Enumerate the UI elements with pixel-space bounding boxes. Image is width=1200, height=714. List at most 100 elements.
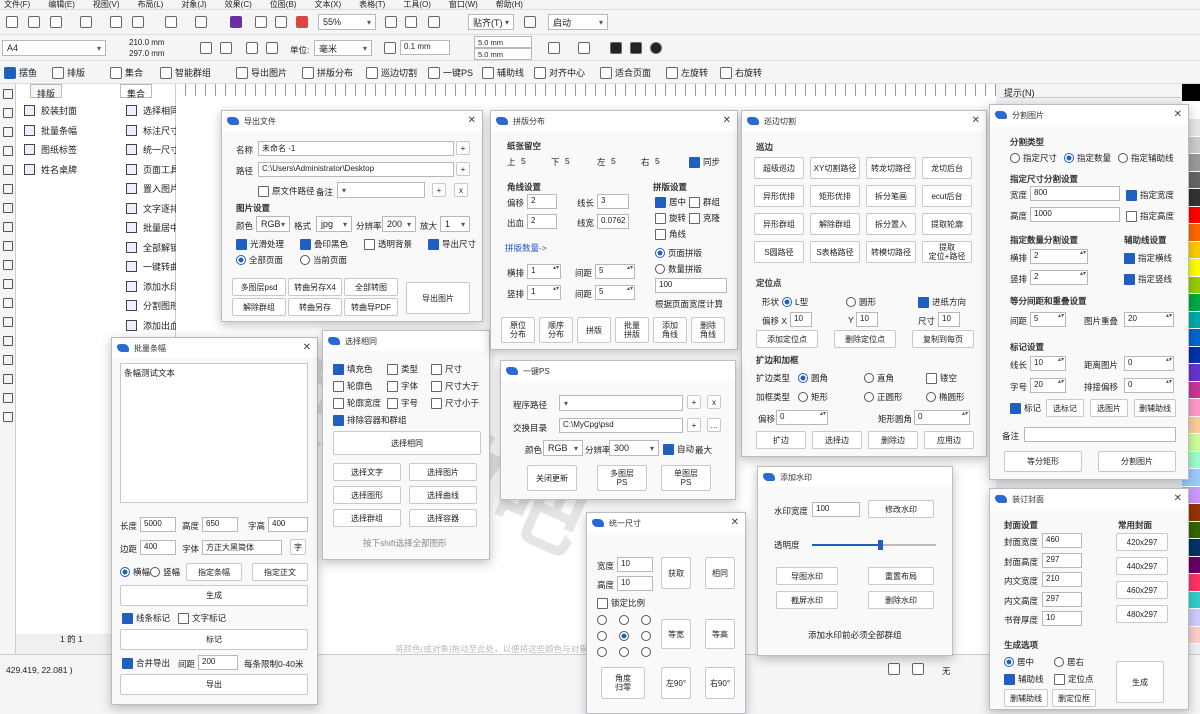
add-position-button[interactable]: 添加定位点 (756, 330, 818, 348)
edge-cut-button[interactable]: S表格路径 (810, 241, 860, 263)
freehand-tool-icon[interactable] (3, 165, 13, 175)
height-field[interactable]: 650 (202, 517, 238, 532)
ps-color-select[interactable]: RGB (543, 440, 583, 456)
format-select[interactable]: jpg (316, 216, 352, 232)
opt-fill-checkbox[interactable]: 填充色 (333, 363, 373, 375)
reset-layout-button[interactable]: 重置布局 (868, 567, 934, 585)
get-size-button[interactable]: 获取 (661, 557, 691, 589)
import-watermark-button[interactable]: 导图水印 (776, 567, 838, 585)
equal-width-button[interactable]: 等宽 (661, 619, 691, 649)
fullscreen-icon[interactable] (385, 16, 397, 28)
flip-icon[interactable] (630, 42, 642, 54)
in-place-distribute-button[interactable]: 原位 分布 (501, 317, 535, 343)
rows-field[interactable]: 1 (527, 264, 561, 279)
right-value[interactable]: 5 (655, 156, 660, 166)
opacity-slider[interactable] (812, 540, 936, 550)
edge-cut-button[interactable]: S圆路径 (754, 241, 804, 263)
tab-collection[interactable]: 集合 (120, 84, 153, 99)
current-page-icon[interactable] (266, 42, 278, 54)
copy-icon[interactable] (132, 16, 144, 28)
rotate-right-90-button[interactable]: 右90° (705, 667, 735, 699)
overprint-checkbox[interactable]: 叠印黑色 (300, 238, 348, 250)
nudge-field[interactable]: 0.1 mm (400, 40, 450, 55)
swap-dir-field[interactable]: C:\MyCpg\psd (559, 418, 683, 433)
edge-cut-button[interactable]: XY切割路径 (810, 157, 860, 179)
feed-direction-checkbox[interactable]: 进纸方向 (918, 296, 966, 308)
close-icon[interactable]: ✕ (723, 115, 731, 126)
close-icon[interactable]: ✕ (1174, 493, 1182, 504)
hollow-checkbox[interactable]: 镂空 (926, 372, 957, 384)
delete-guides-button[interactable]: 删辅助线 (1004, 689, 1048, 707)
duplicate-y-field[interactable]: 5.0 mm (474, 48, 532, 60)
rect-round-field[interactable]: 0 (914, 410, 970, 425)
docker-item[interactable]: 标注尺寸 (126, 124, 179, 137)
sync-checkbox[interactable]: 同步 (689, 156, 720, 168)
edge-cut-button[interactable]: 超级巡边 (754, 157, 804, 179)
banner-text-area[interactable]: 条幅测试文本 (120, 363, 308, 503)
import-icon[interactable] (255, 16, 267, 28)
edge-cut-button[interactable]: 拆分笔画 (866, 185, 916, 207)
save-icon[interactable] (50, 16, 62, 28)
keep-path-checkbox[interactable]: 原文件路径 (258, 185, 315, 197)
edge-cut-button[interactable]: 转龙切路径 (866, 157, 916, 179)
bottom-value[interactable]: 5 (565, 156, 570, 166)
docker-item[interactable]: 全部解锁 (126, 241, 179, 254)
cover-field-input[interactable]: 297 (1042, 552, 1082, 568)
fill-indicator-icon[interactable] (888, 663, 900, 675)
cover-right-radio[interactable]: 居右 (1054, 656, 1084, 668)
delete-guides-button[interactable]: 删辅助线 (1134, 399, 1176, 417)
remark-add-button[interactable]: + (432, 183, 446, 197)
dpi-select[interactable]: 200 (382, 216, 416, 232)
docker-item[interactable]: 胶装封面 (24, 104, 77, 117)
edge-cut-button[interactable]: ecut后台 (922, 185, 972, 207)
close-update-button[interactable]: 关闭更新 (527, 465, 577, 491)
cover-preset-button[interactable]: 460x297 (1116, 581, 1168, 599)
menu-item[interactable]: 窗口(W) (449, 0, 478, 9)
expand-offset-field[interactable]: 0 (776, 410, 828, 425)
edge-cut-button[interactable]: 拆分置入 (866, 213, 916, 235)
launch-select[interactable]: 启动 (548, 14, 608, 30)
opt-size-greater-checkbox[interactable]: 尺寸大于 (431, 380, 479, 392)
line-length-field[interactable]: 3 (597, 194, 629, 209)
overlap-field[interactable]: 20 (1124, 312, 1174, 327)
all-pages-radio[interactable]: 全部页面 (236, 254, 283, 266)
delete-edge-button[interactable]: 删除边 (868, 431, 918, 449)
split-rows-field[interactable]: 2 (1030, 249, 1088, 264)
text-mark-checkbox[interactable]: 文字标记 (178, 612, 226, 624)
circle-frame-radio[interactable]: 正圆形 (864, 391, 903, 403)
plugin-tool-9[interactable]: 对齐中心 (534, 66, 585, 79)
plugin-tool-6[interactable]: 巡边切割 (366, 66, 417, 79)
plugin-tool-0[interactable]: 摆鱼 (4, 66, 37, 79)
uniform-height-field[interactable]: 10 (617, 576, 653, 591)
docker-item[interactable]: 批量条幅 (24, 124, 77, 137)
select-shape-button[interactable]: 选择图形 (333, 486, 401, 504)
menu-item[interactable]: 位图(B) (270, 0, 297, 9)
set-text-button[interactable]: 指定正文 (252, 563, 308, 581)
cover-center-radio[interactable]: 居中 (1004, 656, 1034, 668)
qty-impose-radio[interactable]: 数量拼版 (655, 263, 702, 275)
open-file-icon[interactable] (28, 16, 40, 28)
menu-item[interactable]: 效果(C) (225, 0, 252, 9)
grid-icon[interactable] (428, 16, 440, 28)
cover-preset-button[interactable]: 420x297 (1116, 533, 1168, 551)
ungroup-button[interactable]: 解除群组 (232, 298, 286, 316)
top-value[interactable]: 5 (521, 156, 526, 166)
docker-item[interactable]: 文字逐排 (126, 202, 179, 215)
anchor-middle-left[interactable] (597, 631, 607, 641)
menu-item[interactable]: 布局(L) (138, 0, 164, 9)
close-icon[interactable]: ✕ (468, 115, 476, 126)
cover-preset-button[interactable]: 480x297 (1116, 605, 1168, 623)
cornerline-checkbox[interactable]: 角线 (655, 228, 686, 240)
plugin-tool-4[interactable]: 导出图片 (236, 66, 287, 79)
cover-position-checkbox[interactable]: 定位点 (1054, 673, 1094, 685)
merge-export-checkbox[interactable]: 合并导出 (122, 657, 170, 669)
select-text-button[interactable]: 选择文字 (333, 463, 401, 481)
horizontal-guide-checkbox[interactable]: 指定横线 (1124, 252, 1172, 264)
equal-rectangle-button[interactable]: 等分矩形 (1004, 451, 1082, 472)
impose-count-link[interactable]: 拼版数量-> (505, 242, 547, 254)
delete-position-button[interactable]: 删除定位点 (834, 330, 896, 348)
split-by-count-radio[interactable]: 指定数量 (1064, 152, 1111, 164)
page-width-field[interactable]: 210.0 mm (126, 37, 186, 48)
docker-item[interactable]: 图纸标签 (24, 143, 77, 156)
anchor-bottom-center[interactable] (619, 647, 629, 657)
